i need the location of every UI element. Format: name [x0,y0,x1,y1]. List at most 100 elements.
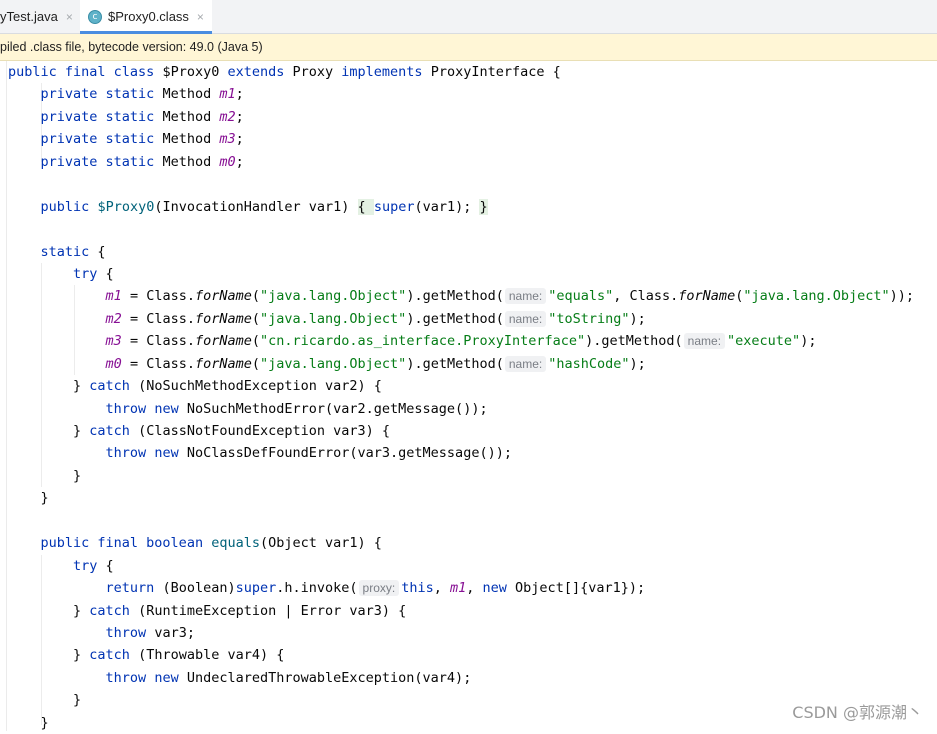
code-token: { [97,557,114,574]
code-token: Object[]{var1}); [506,580,646,597]
code-token: (InvocationHandler var1) [154,198,358,215]
code-line: m3 = Class.forName("cn.ricardo.as_interf… [105,333,817,350]
param-hint: name: [683,333,726,350]
code-token: public [40,198,90,215]
code-token: (ClassNotFoundException var3) { [129,423,391,439]
code-line: throw new UndeclaredThrowableException(v… [8,667,914,689]
code-line: private static Method m0; [8,151,914,173]
code-line: private static Method m2; [8,106,914,128]
code-token: throw [105,624,147,641]
code-token: = Class. [121,355,195,372]
code-line: public final boolean equals(Object var1)… [8,532,914,554]
code-token: m1 [450,580,467,597]
code-token: throw [105,445,147,462]
code-token: forName [194,333,252,350]
tab-proxy0-class[interactable]: c $Proxy0.class × [80,0,212,34]
code-token: forName [194,310,252,327]
code-token: new [154,669,179,686]
code-line: public final class $Proxy0 extends Proxy… [8,61,914,83]
close-icon[interactable]: × [66,10,73,24]
code-token: (NoSuchMethodException var2) { [129,378,382,395]
code-line: } [8,487,914,509]
code-token: forName [194,288,252,305]
code-token: } [73,378,90,395]
code-token: static [40,243,90,260]
code-token: private static [40,108,155,125]
code-content: public final class $Proxy0 extends Proxy… [8,61,914,734]
code-token: ); [800,333,817,350]
code-token: ProxyInterface { [422,64,561,80]
editor-gutter [0,61,7,731]
code-token: this [401,580,434,597]
code-token: = Class. [121,333,195,350]
code-token: "java.lang.Object" [260,288,407,305]
code-token: m3 [105,333,122,350]
code-token: super [235,580,277,597]
code-line: } catch (Throwable var4) { [8,644,914,666]
code-line: m1 = Class.forName("java.lang.Object").g… [105,288,915,305]
code-token: } [73,467,82,484]
code-token: ).getMethod( [406,355,504,372]
code-token: = Class. [121,288,195,305]
code-token: (Boolean) [154,580,236,597]
code-token: $Proxy0 [97,198,155,215]
code-token: } [73,647,90,664]
code-token: try [73,557,98,574]
tab-proxytest-java[interactable]: yTest.java × [0,0,80,33]
code-line: public $Proxy0(InvocationHandler var1) {… [8,196,914,218]
code-token: (Object var1) { [260,535,382,552]
close-icon[interactable]: × [197,10,204,24]
code-token: m0 [105,355,122,372]
code-token: )); [889,288,915,305]
code-line: } [8,689,914,711]
code-token: var3; [146,624,195,641]
code-token: (RuntimeException | Error var3) { [129,602,407,619]
code-token: "java.lang.Object" [260,355,407,372]
code-token: new [154,445,179,462]
code-token: equals [211,535,260,552]
code-token: m1 [105,288,122,305]
code-token: Method [154,108,220,125]
code-token: private static [40,86,155,103]
code-token: private static [40,153,155,170]
code-line: m0 = Class.forName("java.lang.Object").g… [105,355,646,372]
class-file-icon: c [88,9,102,24]
code-token: m2 [105,310,122,327]
param-hint: name: [504,310,547,327]
code-line: } [8,465,914,487]
code-token: m1 [219,86,236,103]
code-token: m3 [219,131,236,148]
code-editor[interactable]: public final class $Proxy0 extends Proxy… [0,61,937,731]
param-hint: name: [504,288,547,305]
code-token: Proxy [284,64,342,80]
code-token: } [73,423,90,439]
code-token: } [40,490,49,507]
code-token: ; [235,86,244,103]
code-line: } catch (NoSuchMethodException var2) { [8,375,914,397]
code-line: try { [8,555,914,577]
code-token: ).getMethod( [585,333,683,350]
code-token: implements [341,64,423,80]
code-line: } catch (RuntimeException | Error var3) … [8,600,914,622]
code-token: new [154,400,179,417]
code-token: ); [629,355,646,372]
watermark: CSDN @郭源潮丶 [792,703,923,722]
code-token: , [433,580,450,597]
code-line: } catch (ClassNotFoundException var3) { [8,420,914,442]
code-token: "java.lang.Object" [260,310,407,327]
code-token: NoClassDefFoundError(var3.getMessage()); [178,445,512,462]
code-token: throw [105,400,147,417]
editor-tab-bar: yTest.java × c $Proxy0.class × [0,0,937,34]
code-token: $Proxy0 [154,64,228,80]
param-hint: proxy: [358,580,400,597]
code-line: return (Boolean)super.h.invoke(proxy: thi… [8,577,914,599]
code-token: catch [89,647,130,664]
code-token: ); [629,310,646,327]
code-token: , [466,580,483,597]
folded-region: } [479,198,488,215]
code-token: ; [235,108,244,125]
code-token: "toString" [548,310,630,327]
